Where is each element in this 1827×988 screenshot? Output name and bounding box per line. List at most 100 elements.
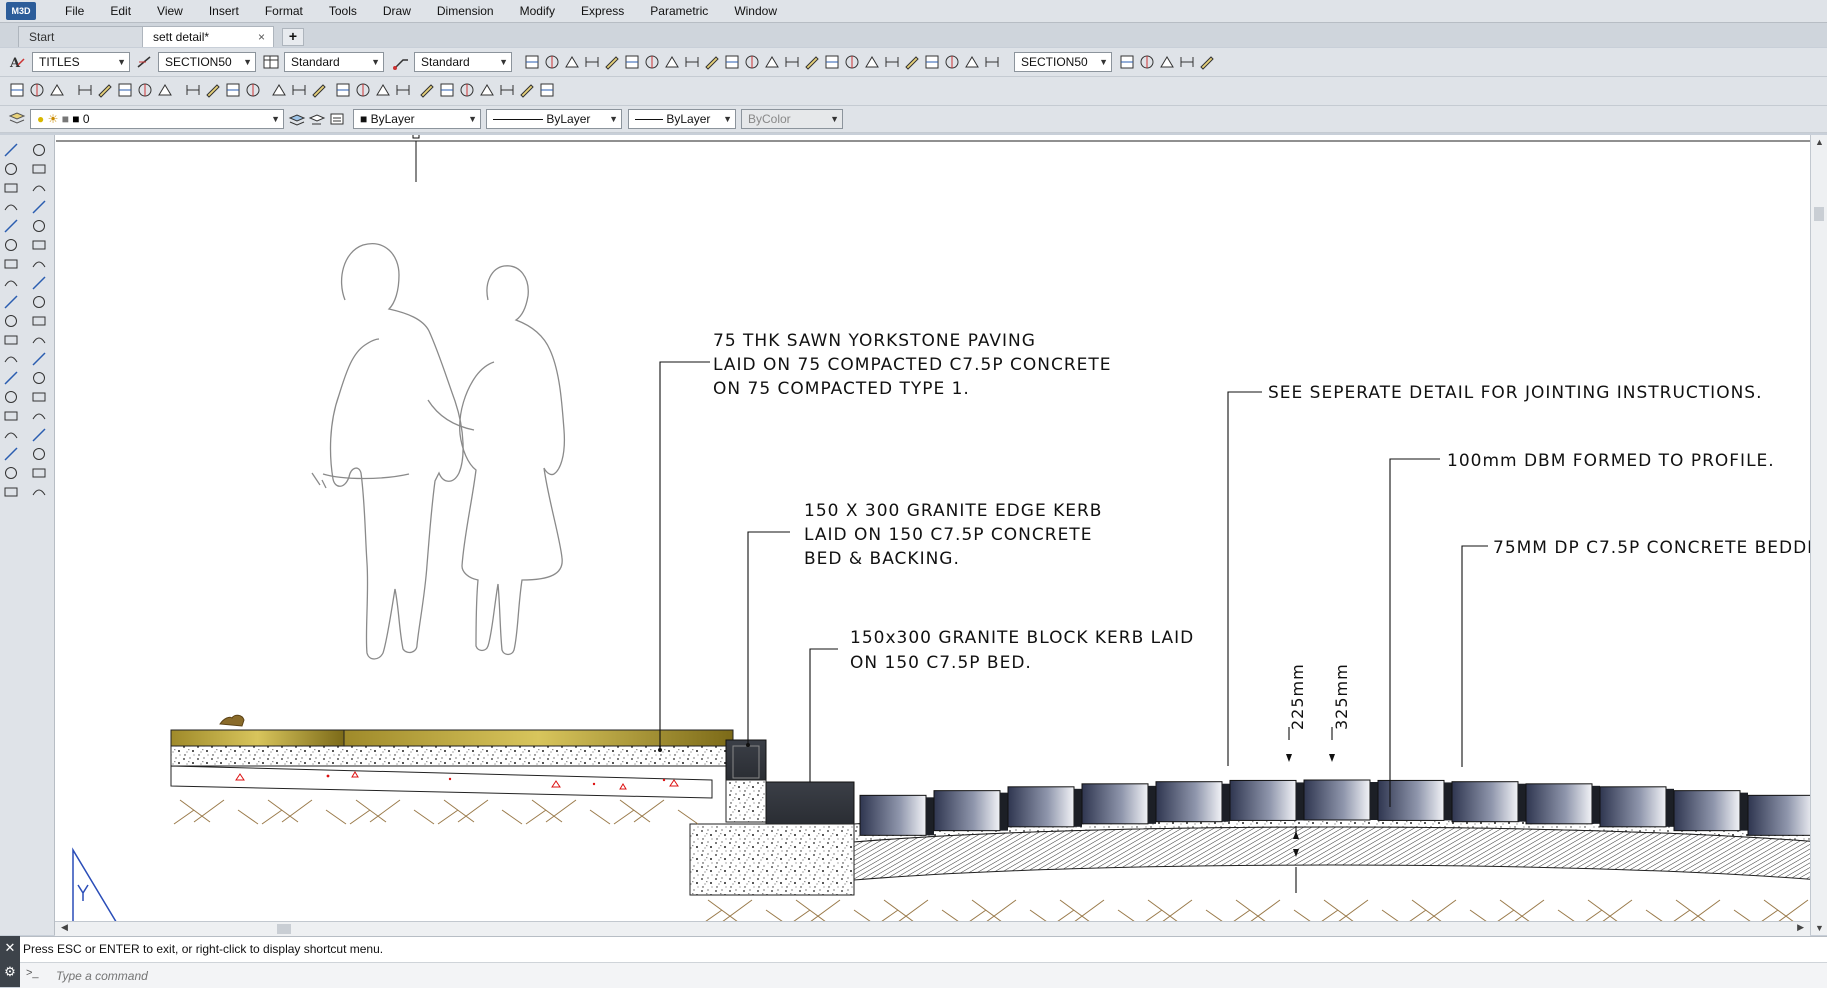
- menu-item-edit[interactable]: Edit: [97, 0, 144, 22]
- draw-polygon-icon[interactable]: [2, 198, 20, 216]
- table-style-icon[interactable]: [262, 53, 280, 71]
- zoom-previous-icon[interactable]: [394, 81, 412, 99]
- block-editor-icon[interactable]: [270, 81, 288, 99]
- vertical-scrollbar[interactable]: ▲ ▼: [1810, 135, 1827, 935]
- menu-item-file[interactable]: File: [52, 0, 97, 22]
- dim-edit-icon[interactable]: [863, 53, 881, 71]
- markup-icon[interactable]: [498, 81, 516, 99]
- copy-icon[interactable]: [204, 81, 222, 99]
- menu-item-window[interactable]: Window: [721, 0, 790, 22]
- jogged-linear-icon[interactable]: [843, 53, 861, 71]
- draw-make-block-icon[interactable]: [2, 369, 20, 387]
- dim-style-select[interactable]: SECTION50 ▼: [158, 52, 256, 72]
- draw-hatch-icon[interactable]: [2, 407, 20, 425]
- arc-length-dim-icon[interactable]: [563, 53, 581, 71]
- draw-polyline-icon[interactable]: [2, 179, 20, 197]
- menu-item-express[interactable]: Express: [568, 0, 637, 22]
- modify-circle-icon[interactable]: [30, 255, 48, 273]
- scroll-left-icon[interactable]: ◀: [61, 922, 68, 933]
- draw-revision-cloud-icon[interactable]: [2, 274, 20, 292]
- dim-space-icon[interactable]: [743, 53, 761, 71]
- draw-ellipse-arc-icon[interactable]: [2, 331, 20, 349]
- color-select[interactable]: ■ ByLayer ▼: [353, 109, 481, 129]
- layer-properties-icon[interactable]: [8, 110, 26, 128]
- center-mark-icon[interactable]: [803, 53, 821, 71]
- command-prompt-icon[interactable]: >_: [26, 967, 39, 979]
- redo-icon[interactable]: [310, 81, 328, 99]
- menu-item-modify[interactable]: Modify: [507, 0, 568, 22]
- scroll-up-icon[interactable]: ▲: [1815, 137, 1824, 147]
- draw-spline-icon[interactable]: [2, 293, 20, 311]
- dim-style-select-2[interactable]: SECTION50 ▼: [1014, 52, 1112, 72]
- dim-update-icon[interactable]: [903, 53, 921, 71]
- modify-hatch-icon[interactable]: [30, 407, 48, 425]
- draw-multiline-text-icon[interactable]: [2, 483, 20, 501]
- menu-item-tools[interactable]: Tools: [316, 0, 370, 22]
- zoom-window-icon[interactable]: [374, 81, 392, 99]
- zoom-realtime-icon[interactable]: [354, 81, 372, 99]
- draw-rectangle-icon[interactable]: [2, 217, 20, 235]
- radius-dim-icon[interactable]: [603, 53, 621, 71]
- modify-multiline-text-icon[interactable]: [30, 483, 48, 501]
- layer-select[interactable]: ● ☀ ■ ■ 0 ▼: [30, 109, 284, 129]
- modify-spline-icon[interactable]: [30, 293, 48, 311]
- dim-break-icon[interactable]: [763, 53, 781, 71]
- horizontal-scrollbar[interactable]: ◀ ▶: [55, 921, 1810, 936]
- tool-palettes-icon[interactable]: [458, 81, 476, 99]
- table-style-select[interactable]: Standard ▼: [284, 52, 384, 72]
- 3d-print-icon[interactable]: [136, 81, 154, 99]
- spell-check-icon[interactable]: [1138, 53, 1156, 71]
- close-icon[interactable]: ✕: [0, 936, 20, 960]
- qleader-icon[interactable]: [963, 53, 981, 71]
- linetype-select[interactable]: ByLayer ▼: [486, 109, 622, 129]
- sheet-set-manager-icon[interactable]: [478, 81, 496, 99]
- vertical-scroll-thumb[interactable]: [1814, 207, 1824, 221]
- draw-insert-block-icon[interactable]: [2, 350, 20, 368]
- draw-circle-icon[interactable]: [2, 255, 20, 273]
- find-text-icon[interactable]: [1178, 53, 1196, 71]
- tab-start[interactable]: Start: [18, 26, 150, 47]
- modify-line-icon[interactable]: [30, 141, 48, 159]
- menu-item-draw[interactable]: Draw: [370, 0, 424, 22]
- modify-gradient-icon[interactable]: [30, 426, 48, 444]
- modify-make-block-icon[interactable]: [30, 369, 48, 387]
- pan-icon[interactable]: [334, 81, 352, 99]
- jogged-dim-icon[interactable]: [623, 53, 641, 71]
- app-logo-icon[interactable]: M3D: [6, 2, 36, 20]
- continue-dim-icon[interactable]: [723, 53, 741, 71]
- angular-dim-icon[interactable]: [663, 53, 681, 71]
- modify-polyline-icon[interactable]: [30, 179, 48, 197]
- plot-preview-icon[interactable]: [96, 81, 114, 99]
- plot-icon[interactable]: [76, 81, 94, 99]
- text-style-icon[interactable]: A: [8, 53, 26, 71]
- dim-text-edit-icon[interactable]: [883, 53, 901, 71]
- tab-sett-detail[interactable]: sett detail* ×: [142, 26, 274, 47]
- draw-gradient-icon[interactable]: [2, 426, 20, 444]
- draw-arc-icon[interactable]: [2, 236, 20, 254]
- linear-dim-icon[interactable]: [523, 53, 541, 71]
- text-edit-icon[interactable]: [1158, 53, 1176, 71]
- command-input[interactable]: [54, 966, 1758, 986]
- scroll-down-icon[interactable]: ▼: [1815, 923, 1824, 933]
- properties-icon[interactable]: [418, 81, 436, 99]
- leader-icon[interactable]: [983, 53, 1001, 71]
- modify-region-icon[interactable]: [30, 445, 48, 463]
- scroll-right-icon[interactable]: ▶: [1797, 922, 1804, 933]
- open-icon[interactable]: [28, 81, 46, 99]
- inspection-icon[interactable]: [823, 53, 841, 71]
- ordinate-dim-icon[interactable]: [583, 53, 601, 71]
- menu-item-parametric[interactable]: Parametric: [637, 0, 721, 22]
- draw-region-icon[interactable]: [2, 445, 20, 463]
- design-center-icon[interactable]: [438, 81, 456, 99]
- multileader-style-icon[interactable]: [392, 53, 410, 71]
- save-icon[interactable]: [48, 81, 66, 99]
- modify-revision-cloud-icon[interactable]: [30, 274, 48, 292]
- layer-previous-icon[interactable]: [308, 110, 326, 128]
- draw-construction-line-icon[interactable]: [2, 160, 20, 178]
- menu-item-dimension[interactable]: Dimension: [424, 0, 507, 22]
- cut-icon[interactable]: [184, 81, 202, 99]
- match-properties-icon[interactable]: [244, 81, 262, 99]
- new-tab-button[interactable]: +: [282, 28, 304, 46]
- new-icon[interactable]: [8, 81, 26, 99]
- aligned-dim-icon[interactable]: [543, 53, 561, 71]
